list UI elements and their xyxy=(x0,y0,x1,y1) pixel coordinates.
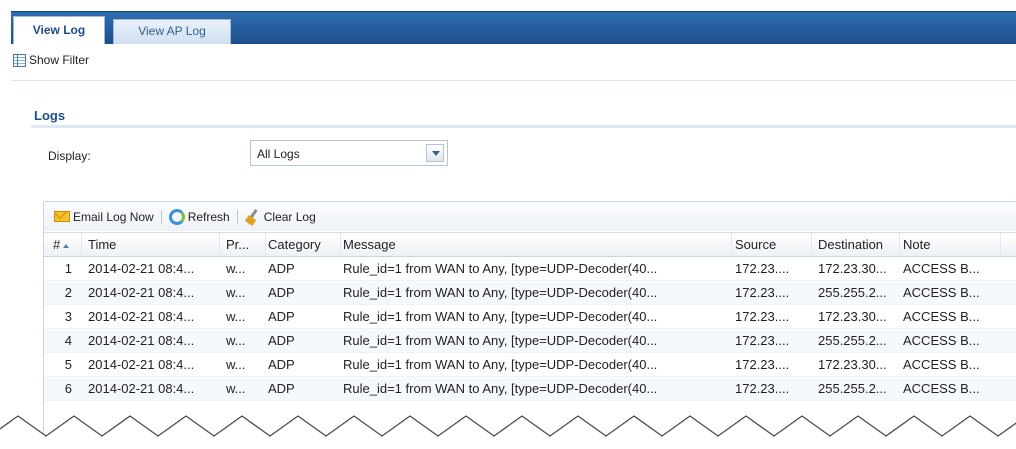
cell-num: 6 xyxy=(64,381,72,396)
cell-message: Rule_id=1 from WAN to Any, [type=UDP-Dec… xyxy=(343,285,658,300)
cell-category: ADP xyxy=(268,333,295,348)
cell-message: Rule_id=1 from WAN to Any, [type=UDP-Dec… xyxy=(343,261,658,276)
cell-note: ACCESS B... xyxy=(903,309,980,324)
table-row[interactable]: 4 2014-02-21 08:4... w... ADP Rule_id=1 from… xyxy=(44,330,1016,353)
cell-priority: w... xyxy=(226,357,246,372)
refresh-icon xyxy=(168,208,185,225)
tab-view-log[interactable]: View Log xyxy=(13,16,105,44)
cell-time: 2014-02-21 08:4... xyxy=(88,285,195,300)
cell-destination: 255.255.2... xyxy=(818,381,887,396)
table-row[interactable]: 1 2014-02-21 08:4... w... ADP Rule_id=1 from… xyxy=(44,258,1016,281)
cell-time: 2014-02-21 08:4... xyxy=(88,333,195,348)
section-divider xyxy=(31,125,1016,128)
clear-log-label: Clear Log xyxy=(263,209,316,224)
page-torn-edge xyxy=(0,415,1016,449)
table-row[interactable]: 6 2014-02-21 08:4... w... ADP Rule_id=1 from… xyxy=(44,378,1016,401)
cell-priority: w... xyxy=(226,309,246,324)
column-header-number[interactable]: # xyxy=(44,233,82,257)
cell-priority: w... xyxy=(226,381,246,396)
envelope-icon xyxy=(54,211,70,222)
cell-destination: 172.23.30... xyxy=(818,309,887,324)
show-filter-label: Show Filter xyxy=(29,53,90,67)
column-header-priority[interactable]: Pr... xyxy=(220,233,266,257)
column-header-time[interactable]: Time xyxy=(82,233,220,257)
cell-message: Rule_id=1 from WAN to Any, [type=UDP-Dec… xyxy=(343,357,658,372)
cell-category: ADP xyxy=(268,357,295,372)
column-header-note[interactable]: Note xyxy=(900,233,1001,257)
sort-ascending-icon xyxy=(63,243,70,248)
cell-priority: w... xyxy=(226,333,246,348)
cell-time: 2014-02-21 08:4... xyxy=(88,357,195,372)
cell-priority: w... xyxy=(226,261,246,276)
column-header-category[interactable]: Category xyxy=(266,233,341,257)
cell-source: 172.23.... xyxy=(735,309,790,324)
refresh-label: Refresh xyxy=(187,209,230,224)
table-icon xyxy=(13,53,26,67)
email-log-now-label: Email Log Now xyxy=(73,209,154,224)
cell-destination: 255.255.2... xyxy=(818,333,887,348)
cell-source: 172.23.... xyxy=(735,261,790,276)
table-row[interactable]: 5 2014-02-21 08:4... w... ADP Rule_id=1 from… xyxy=(44,354,1016,377)
grid-toolbar: Email Log Now Refresh Clear Log xyxy=(44,201,1016,231)
section-title: Logs xyxy=(34,108,66,123)
cell-destination: 172.23.30... xyxy=(818,261,887,276)
cell-category: ADP xyxy=(268,381,295,396)
toolbar-separator xyxy=(160,209,162,224)
cell-category: ADP xyxy=(268,261,295,276)
refresh-button[interactable]: Refresh xyxy=(168,208,230,225)
cell-source: 172.23.... xyxy=(735,357,790,372)
display-select[interactable]: All Logs xyxy=(250,140,448,166)
cell-num: 4 xyxy=(64,333,72,348)
cell-note: ACCESS B... xyxy=(903,261,980,276)
cell-time: 2014-02-21 08:4... xyxy=(88,381,195,396)
cell-time: 2014-02-21 08:4... xyxy=(88,309,195,324)
filter-bar: Show Filter xyxy=(11,45,1016,81)
table-row[interactable]: 3 2014-02-21 08:4... w... ADP Rule_id=1 from… xyxy=(44,306,1016,329)
cell-source: 172.23.... xyxy=(735,285,790,300)
column-header-destination[interactable]: Destination xyxy=(812,233,900,257)
cell-num: 1 xyxy=(64,261,72,276)
cell-source: 172.23.... xyxy=(735,381,790,396)
show-filter-button[interactable]: Show Filter xyxy=(13,53,89,67)
cell-num: 2 xyxy=(64,285,72,300)
display-label: Display: xyxy=(48,149,91,163)
display-select-value: All Logs xyxy=(257,147,300,161)
cell-priority: w... xyxy=(226,285,246,300)
cell-message: Rule_id=1 from WAN to Any, [type=UDP-Dec… xyxy=(343,333,658,348)
cell-message: Rule_id=1 from WAN to Any, [type=UDP-Dec… xyxy=(343,381,658,396)
tab-view-ap-log[interactable]: View AP Log xyxy=(113,19,231,44)
toolbar-separator xyxy=(236,209,238,224)
cell-message: Rule_id=1 from WAN to Any, [type=UDP-Dec… xyxy=(343,309,658,324)
column-header-message[interactable]: Message xyxy=(341,233,732,257)
cell-destination: 255.255.2... xyxy=(818,285,887,300)
cell-category: ADP xyxy=(268,309,295,324)
chevron-down-icon[interactable] xyxy=(426,144,444,162)
cell-time: 2014-02-21 08:4... xyxy=(88,261,195,276)
cell-note: ACCESS B... xyxy=(903,285,980,300)
cell-note: ACCESS B... xyxy=(903,381,980,396)
cell-note: ACCESS B... xyxy=(903,333,980,348)
column-label: # xyxy=(53,237,61,252)
table-header: # Time Pr... Category Message Source Des… xyxy=(44,232,1016,257)
tab-bar: View Log View AP Log xyxy=(11,11,1016,44)
column-header-source[interactable]: Source xyxy=(732,233,812,257)
email-log-now-button[interactable]: Email Log Now xyxy=(54,210,154,224)
table-row[interactable]: 2 2014-02-21 08:4... w... ADP Rule_id=1 from… xyxy=(44,282,1016,305)
cell-source: 172.23.... xyxy=(735,333,790,348)
cell-num: 3 xyxy=(64,309,72,324)
cell-num: 5 xyxy=(64,357,72,372)
clear-log-button[interactable]: Clear Log xyxy=(245,209,316,225)
cell-note: ACCESS B... xyxy=(903,357,980,372)
cell-destination: 172.23.30... xyxy=(818,357,887,372)
broom-icon xyxy=(245,209,261,225)
cell-category: ADP xyxy=(268,285,295,300)
